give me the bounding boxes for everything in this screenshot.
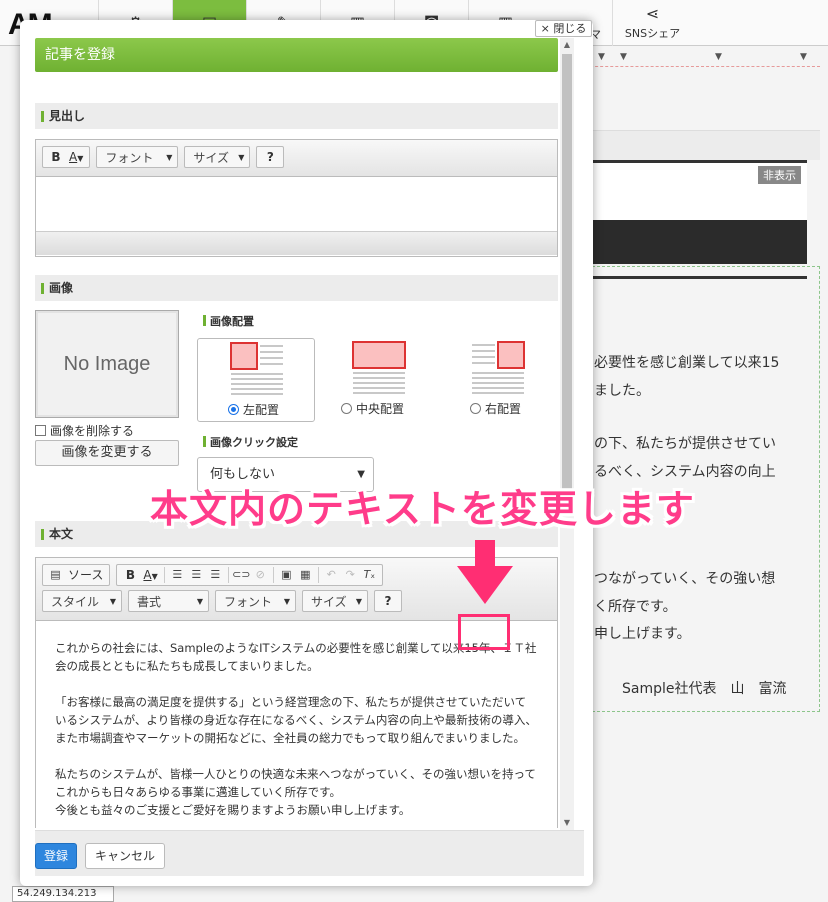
highlight-box — [458, 614, 510, 650]
table-icon[interactable]: ▦ — [296, 566, 315, 584]
chevron-down-icon[interactable]: ▼ — [598, 52, 605, 62]
bold-button[interactable]: B — [46, 148, 66, 166]
chevron-down-icon: ▼ — [355, 596, 362, 606]
image-icon[interactable]: ▣ — [277, 566, 296, 584]
bg-text-line: ました。 — [594, 383, 650, 399]
placement-label: 画像配置 — [203, 313, 254, 329]
bg-text-line: つながっていく、その強い想 — [594, 571, 776, 587]
change-image-button[interactable]: 画像を変更する — [35, 440, 179, 466]
bg-text-line: く所存です。 — [594, 599, 677, 615]
bold-button[interactable]: B — [120, 566, 140, 584]
radio-icon — [228, 404, 239, 415]
body-paragraph[interactable]: 私たちのシステムが、皆様一人ひとりの快適な未来へつながっていく、その強い想いを持… — [55, 765, 537, 819]
source-button[interactable]: ▤ ソース — [42, 564, 111, 586]
size-select[interactable]: サイズ ▼ — [184, 146, 251, 168]
link-icon[interactable]: ⊂⊃ — [232, 566, 251, 584]
click-setting-label: 画像クリック設定 — [203, 434, 298, 450]
heading-editor: B A▼ フォント ▼ サイズ ▼ ? — [35, 139, 558, 257]
body-paragraph[interactable]: 「お客様に最高の満足度を提供する」という経営理念の下、私たちが提供させていただい… — [55, 693, 537, 747]
scroll-up-icon[interactable]: ▲ — [560, 38, 574, 52]
chevron-down-icon[interactable]: ▼ — [715, 52, 722, 62]
scroll-thumb[interactable] — [562, 54, 572, 514]
text-color-button[interactable]: A▼ — [66, 148, 86, 166]
help-button[interactable]: ? — [256, 146, 285, 168]
text-color-button[interactable]: A▼ — [140, 566, 160, 584]
modal-footer: 登録 キャンセル — [35, 830, 584, 876]
share-icon: ⋖ — [645, 4, 660, 23]
nav-sns-share[interactable]: ⋖ SNSシェア — [612, 0, 692, 46]
heading-input[interactable] — [36, 177, 557, 231]
align-left-icon[interactable]: ☰ — [168, 566, 187, 584]
align-left-icon — [230, 342, 283, 395]
heading-section-title: 見出し — [35, 103, 558, 129]
ip-address: 54.249.134.213 — [12, 886, 114, 902]
align-right-icon — [472, 341, 525, 394]
modal-title: 記事を登録 — [35, 38, 558, 72]
format-select[interactable]: 書式 ▼ — [128, 590, 209, 612]
help-button[interactable]: ? — [374, 590, 402, 612]
submit-button[interactable]: 登録 — [35, 843, 77, 869]
align-right-icon[interactable]: ☰ — [206, 566, 225, 584]
bg-text-line: の下、私たちが提供させてい — [594, 436, 776, 452]
placement-center-option[interactable]: 中央配置 — [325, 338, 443, 422]
source-icon: ▤ — [50, 568, 61, 581]
delete-image-checkbox[interactable]: 画像を削除する — [35, 422, 134, 439]
chevron-down-icon: ▼ — [77, 154, 84, 163]
bg-dark-band — [575, 220, 807, 264]
heading-toolbar: B A▼ フォント ▼ サイズ ▼ ? — [36, 140, 557, 177]
chevron-down-icon: ▼ — [283, 596, 290, 606]
divider — [580, 66, 820, 67]
chevron-down-icon[interactable]: ▼ — [620, 52, 627, 62]
radio-icon — [470, 403, 481, 414]
checkbox-icon — [35, 425, 46, 436]
bg-signature: Sample社代表 山 富流 — [622, 681, 787, 697]
bg-text-line: 必要性を感じ創業して以来15 — [594, 355, 780, 371]
article-modal: × 閉じる 記事を登録 見出し B A▼ フォント ▼ サイズ ▼ ? 画像 N… — [20, 20, 593, 886]
style-select[interactable]: スタイル ▼ — [42, 590, 122, 612]
chevron-down-icon: ▼ — [196, 596, 203, 606]
image-preview[interactable]: No Image — [35, 310, 179, 418]
placement-left-option[interactable]: 左配置 — [197, 338, 315, 422]
hidden-badge[interactable]: 非表示 — [758, 166, 801, 184]
align-center-icon — [352, 341, 406, 394]
editor-statusbar — [36, 231, 557, 255]
close-button[interactable]: × 閉じる — [535, 20, 592, 37]
clear-format-icon[interactable]: Tₓ — [360, 566, 379, 584]
sns-share-label: SNSシェア — [624, 27, 681, 40]
cancel-button[interactable]: キャンセル — [85, 843, 165, 869]
align-center-icon[interactable]: ☰ — [187, 566, 206, 584]
modal-scrollbar[interactable]: ▲ ▼ — [560, 38, 574, 830]
font-select[interactable]: フォント ▼ — [215, 590, 296, 612]
size-select[interactable]: サイズ ▼ — [302, 590, 368, 612]
chevron-down-icon: ▼ — [238, 152, 245, 162]
arrow-down-icon — [457, 540, 513, 604]
chevron-down-icon[interactable]: ▼ — [800, 52, 807, 62]
redo-icon[interactable]: ↷ — [341, 566, 360, 584]
chevron-down-icon: ▼ — [166, 152, 173, 162]
unlink-icon[interactable]: ⊘ — [251, 566, 270, 584]
font-select[interactable]: フォント ▼ — [96, 146, 179, 168]
image-section-title: 画像 — [35, 275, 558, 301]
placement-right-option[interactable]: 右配置 — [443, 338, 560, 422]
annotation-caption: 本文内のテキストを変更します — [150, 487, 695, 531]
radio-icon — [341, 403, 352, 414]
body-input[interactable]: これからの社会には、SampleのようなITシステムの必要性を感じ創業して以来1… — [36, 621, 557, 819]
scroll-down-icon[interactable]: ▼ — [560, 816, 574, 830]
chevron-down-icon: ▼ — [151, 572, 158, 581]
bg-text-line: 申し上げます。 — [594, 626, 691, 642]
bg-panel — [575, 130, 820, 160]
undo-icon[interactable]: ↶ — [322, 566, 341, 584]
modal-content: 記事を登録 見出し B A▼ フォント ▼ サイズ ▼ ? 画像 No Image — [35, 38, 560, 828]
chevron-down-icon: ▼ — [109, 596, 116, 606]
